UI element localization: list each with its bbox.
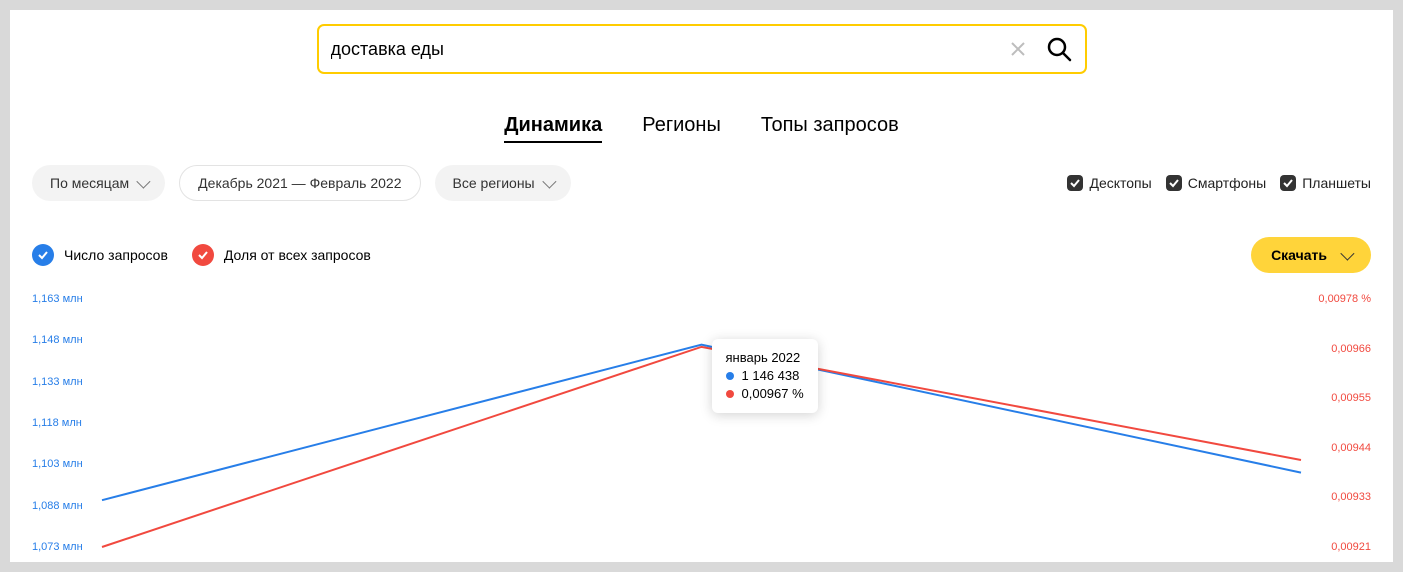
download-button[interactable]: Скачать — [1251, 237, 1371, 273]
tabs: Динамика Регионы Топы запросов — [10, 114, 1393, 143]
y-right-tick: 0,00944 — [1311, 442, 1371, 454]
checkbox-checked-icon — [1166, 175, 1182, 191]
legend-check-icon — [32, 244, 54, 266]
chart-area: 1,163 млн 1,148 млн 1,133 млн 1,118 млн 1,10… — [32, 293, 1371, 553]
region-label: Все регионы — [453, 175, 535, 191]
download-label: Скачать — [1271, 247, 1327, 263]
y-left-tick: 1,148 млн — [32, 334, 92, 346]
clear-icon[interactable] — [1009, 40, 1027, 58]
legend-count-label: Число запросов — [64, 247, 168, 263]
y-left-tick: 1,088 млн — [32, 500, 92, 512]
legend-check-icon — [192, 244, 214, 266]
tab-dynamics[interactable]: Динамика — [504, 114, 602, 143]
y-left-tick: 1,103 млн — [32, 458, 92, 470]
y-right-tick: 0,00921 — [1311, 541, 1371, 553]
page-root: Динамика Регионы Топы запросов По месяца… — [10, 10, 1393, 562]
chart-plot[interactable] — [102, 299, 1301, 547]
device-tablets-label: Планшеты — [1302, 175, 1371, 191]
checkbox-checked-icon — [1280, 175, 1296, 191]
chart-tooltip: январь 2022 1 146 438 0,00967 % — [712, 339, 818, 414]
device-tablets-toggle[interactable]: Планшеты — [1280, 175, 1371, 191]
region-select[interactable]: Все регионы — [435, 165, 571, 201]
period-mode-label: По месяцам — [50, 175, 129, 191]
search-icon[interactable] — [1045, 35, 1073, 63]
y-right-tick: 0,00966 — [1311, 343, 1371, 355]
y-left-tick: 1,133 млн — [32, 376, 92, 388]
tooltip-share-row: 0,00967 % — [726, 385, 804, 403]
legend-row: Число запросов Доля от всех запросов Ска… — [10, 201, 1393, 273]
tooltip-share: 0,00967 % — [742, 385, 804, 403]
legend-share-label: Доля от всех запросов — [224, 247, 371, 263]
period-mode-select[interactable]: По месяцам — [32, 165, 165, 201]
dot-icon — [726, 390, 734, 398]
search-box — [317, 24, 1087, 74]
y-left-tick: 1,073 млн — [32, 541, 92, 553]
chevron-down-icon — [542, 175, 556, 189]
device-desktops-toggle[interactable]: Десктопы — [1067, 175, 1151, 191]
legend-count-toggle[interactable]: Число запросов — [32, 244, 168, 266]
tooltip-count: 1 146 438 — [742, 367, 800, 385]
tooltip-count-row: 1 146 438 — [726, 367, 804, 385]
dot-icon — [726, 372, 734, 380]
y-left-tick: 1,163 млн — [32, 293, 92, 305]
search-wrap — [10, 24, 1393, 74]
date-range-label: Декабрь 2021 — Февраль 2022 — [198, 175, 401, 191]
chart-series-line — [102, 345, 1301, 501]
legend-share-toggle[interactable]: Доля от всех запросов — [192, 244, 371, 266]
device-desktops-label: Десктопы — [1089, 175, 1151, 191]
y-right-tick: 0,00933 — [1311, 491, 1371, 503]
search-input[interactable] — [331, 39, 1009, 60]
tab-tops[interactable]: Топы запросов — [761, 114, 899, 143]
controls-row: По месяцам Декабрь 2021 — Февраль 2022 В… — [10, 143, 1393, 201]
y-right-tick: 0,00978 % — [1311, 293, 1371, 305]
tooltip-title: январь 2022 — [726, 349, 804, 367]
checkbox-checked-icon — [1067, 175, 1083, 191]
y-left-tick: 1,118 млн — [32, 417, 92, 429]
device-smartphones-toggle[interactable]: Смартфоны — [1166, 175, 1267, 191]
chart-series-line — [102, 347, 1301, 547]
y-axis-left: 1,163 млн 1,148 млн 1,133 млн 1,118 млн 1,10… — [32, 293, 92, 553]
chevron-down-icon — [137, 175, 151, 189]
chevron-down-icon — [1340, 247, 1354, 261]
y-right-tick: 0,00955 — [1311, 392, 1371, 404]
tab-regions[interactable]: Регионы — [642, 114, 721, 143]
y-axis-right: 0,00978 % 0,00966 0,00955 0,00944 0,00933 0,0… — [1311, 293, 1371, 553]
date-range-select[interactable]: Декабрь 2021 — Февраль 2022 — [179, 165, 420, 201]
device-smartphones-label: Смартфоны — [1188, 175, 1267, 191]
